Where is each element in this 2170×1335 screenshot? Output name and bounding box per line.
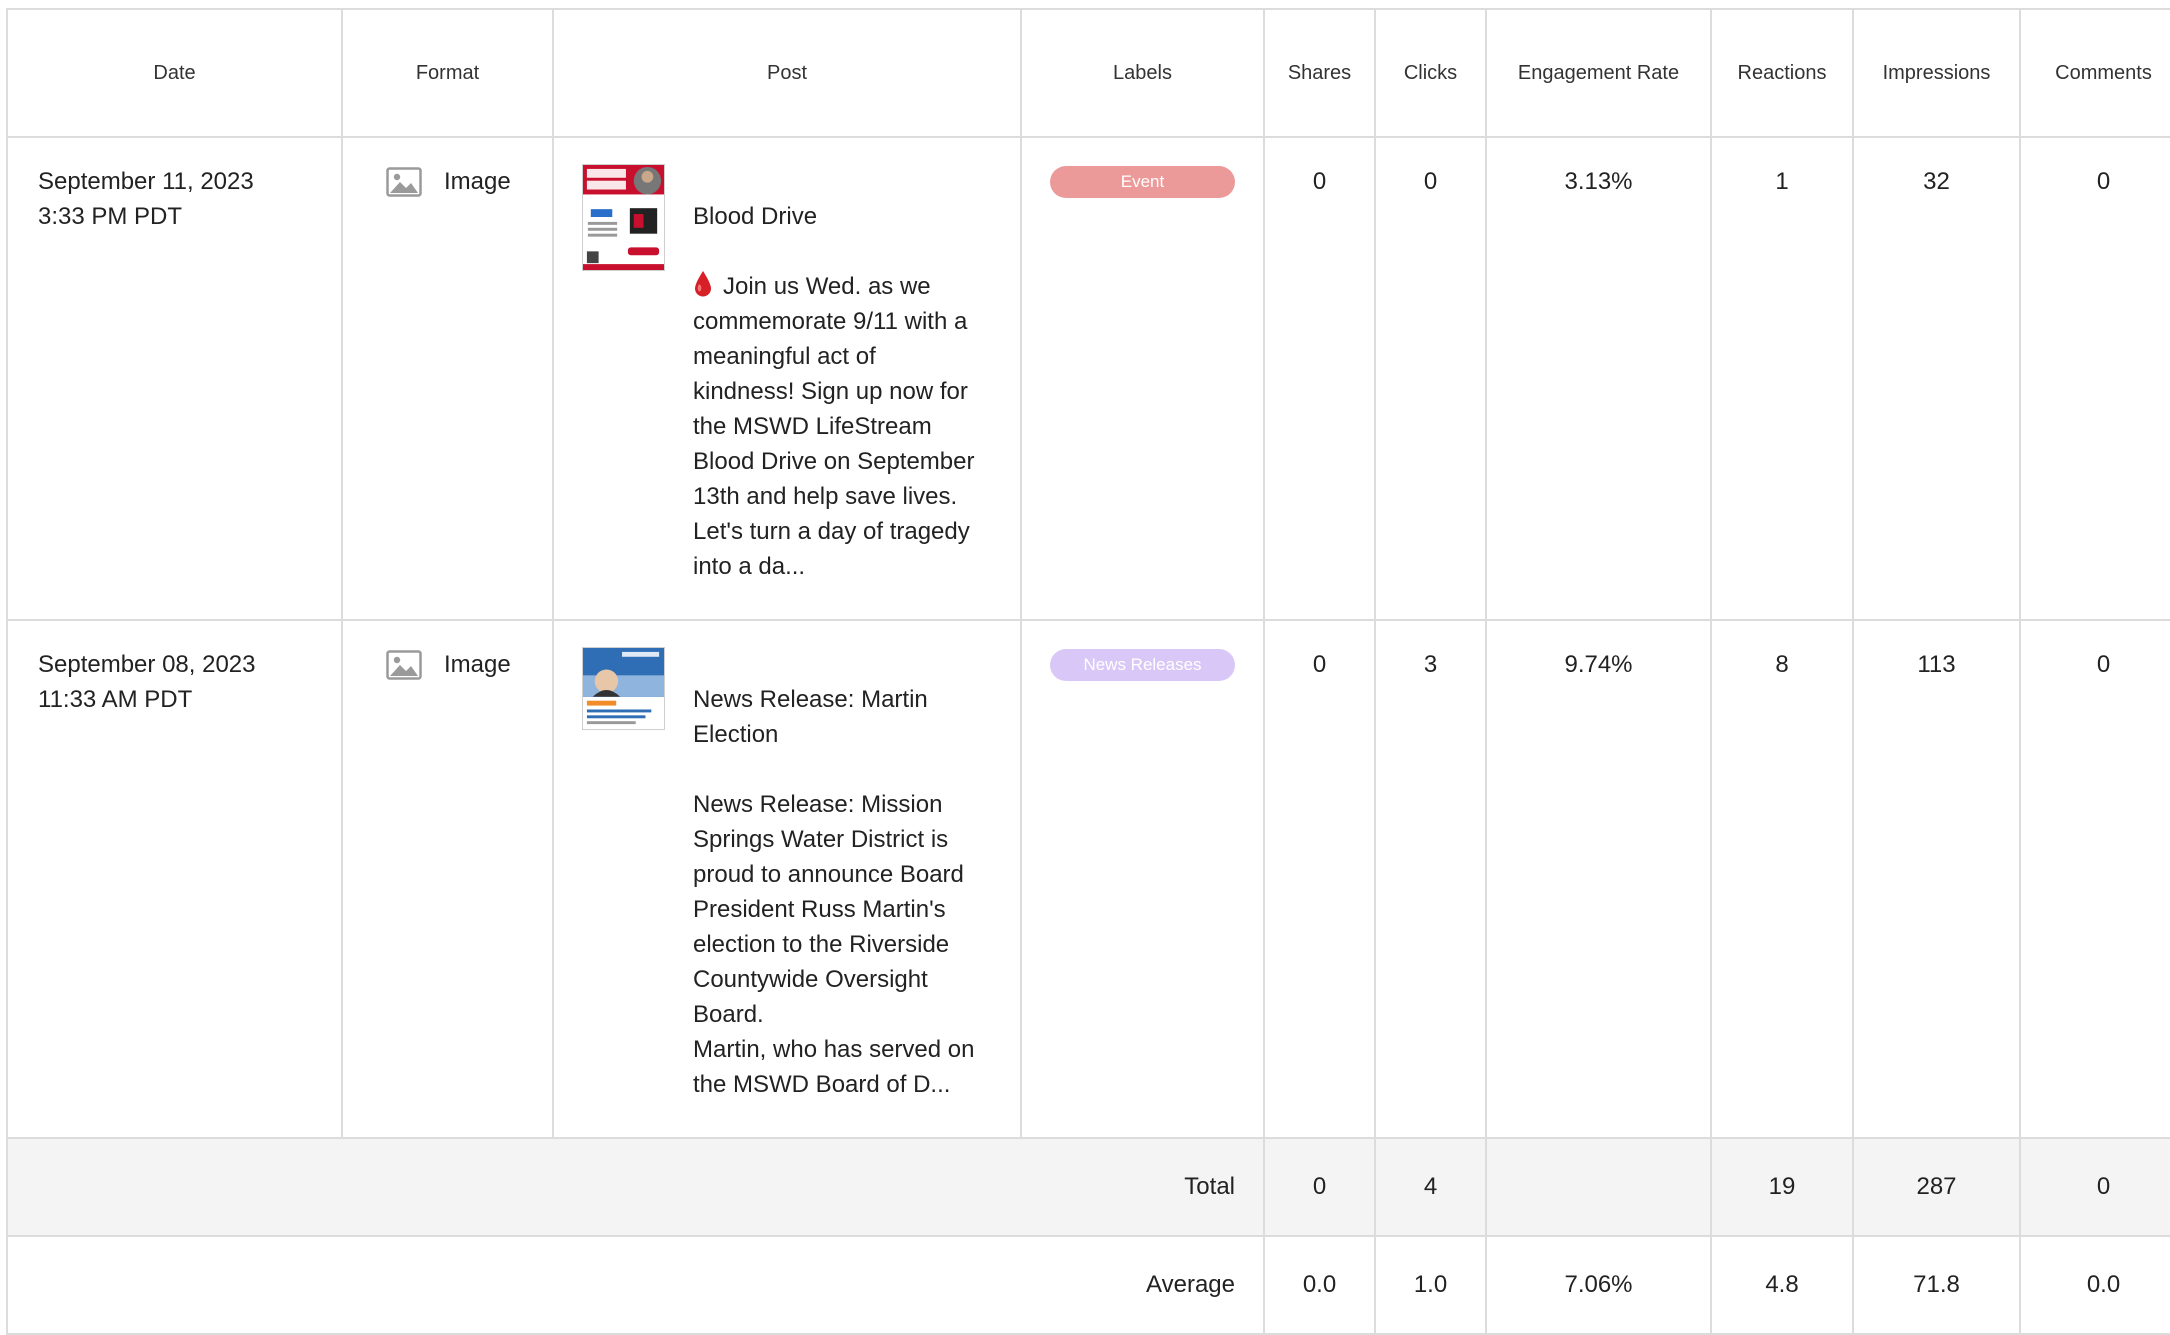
column-header-labels[interactable]: Labels [1020,8,1265,138]
format-cell: Image [341,136,554,621]
total-clicks: 4 [1374,1137,1487,1237]
label-badge-event[interactable]: Event [1050,166,1235,198]
engagement-rate-cell: 9.74% [1485,619,1712,1139]
average-impressions: 71.8 [1852,1235,2021,1335]
table-row[interactable]: September 08, 2023 11:33 AM PDT Image Ne… [6,619,2170,1139]
column-header-clicks[interactable]: Clicks [1374,8,1487,138]
date-cell: September 08, 2023 11:33 AM PDT [6,619,343,1139]
total-engagement-rate [1485,1137,1712,1237]
post-body: News Release: Mission Springs Water Dist… [693,791,975,1098]
total-shares: 0 [1263,1137,1376,1237]
post-performance-table: Date Format Post Labels Shares Clicks En… [6,8,2170,1335]
image-icon [386,649,422,680]
column-header-date[interactable]: Date [6,8,343,138]
total-comments: 0 [2019,1137,2170,1237]
format-cell: Image [341,619,554,1139]
post-cell[interactable]: News Release: Martin Election News Relea… [552,619,1022,1139]
post-title: News Release: Martin Election [693,686,928,748]
drop-of-blood-icon [695,271,711,297]
labels-cell: Event [1020,136,1265,621]
reactions-cell: 1 [1710,136,1854,621]
comments-cell: 0 [2019,619,2170,1139]
column-header-post[interactable]: Post [552,8,1022,138]
column-header-reactions[interactable]: Reactions [1710,8,1854,138]
format-label: Image [444,651,511,678]
table-row[interactable]: September 11, 2023 3:33 PM PDT Image Blo… [6,136,2170,621]
engagement-rate-cell: 3.13% [1485,136,1712,621]
average-label: Average [6,1235,1265,1335]
column-header-comments[interactable]: Comments [2019,8,2170,138]
column-header-impressions[interactable]: Impressions [1852,8,2021,138]
average-clicks: 1.0 [1374,1235,1487,1335]
average-reactions: 4.8 [1710,1235,1854,1335]
post-body-container: Join us Wed. as we commemorate 9/11 with… [693,269,993,584]
blood-drive-flyer-thumbnail[interactable] [582,164,665,271]
post-text: News Release: Martin Election News Relea… [693,647,993,1137]
average-engagement-rate: 7.06% [1485,1235,1712,1335]
date-cell: September 11, 2023 3:33 PM PDT [6,136,343,621]
header-row: Date Format Post Labels Shares Clicks En… [6,8,2170,138]
column-header-shares[interactable]: Shares [1263,8,1376,138]
post-date: September 08, 2023 11:33 AM PDT [38,651,256,713]
post-title: Blood Drive [693,203,818,230]
label-badge-news-releases[interactable]: News Releases [1050,649,1235,681]
image-icon [386,166,422,197]
clicks-cell: 3 [1374,619,1487,1139]
average-row: Average 0.0 1.0 7.06% 4.8 71.8 0.0 [6,1235,2170,1335]
labels-cell: News Releases [1020,619,1265,1139]
post-date: September 11, 2023 3:33 PM PDT [38,168,254,230]
shares-cell: 0 [1263,136,1376,621]
format-label: Image [444,168,511,195]
clicks-cell: 0 [1374,136,1487,621]
total-label: Total [6,1137,1265,1237]
shares-cell: 0 [1263,619,1376,1139]
average-shares: 0.0 [1263,1235,1376,1335]
column-header-format[interactable]: Format [341,8,554,138]
impressions-cell: 32 [1852,136,2021,621]
comments-cell: 0 [2019,136,2170,621]
average-comments: 0.0 [2019,1235,2170,1335]
column-header-engagement-rate[interactable]: Engagement Rate [1485,8,1712,138]
total-reactions: 19 [1710,1137,1854,1237]
impressions-cell: 113 [1852,619,2021,1139]
total-impressions: 287 [1852,1137,2021,1237]
post-text: Blood Drive Join us Wed. as we commemora… [693,164,993,619]
post-body: Join us Wed. as we commemorate 9/11 with… [693,273,975,580]
reactions-cell: 8 [1710,619,1854,1139]
post-cell[interactable]: Blood Drive Join us Wed. as we commemora… [552,136,1022,621]
news-release-thumbnail[interactable] [582,647,665,730]
total-row: Total 0 4 19 287 0 [6,1137,2170,1237]
